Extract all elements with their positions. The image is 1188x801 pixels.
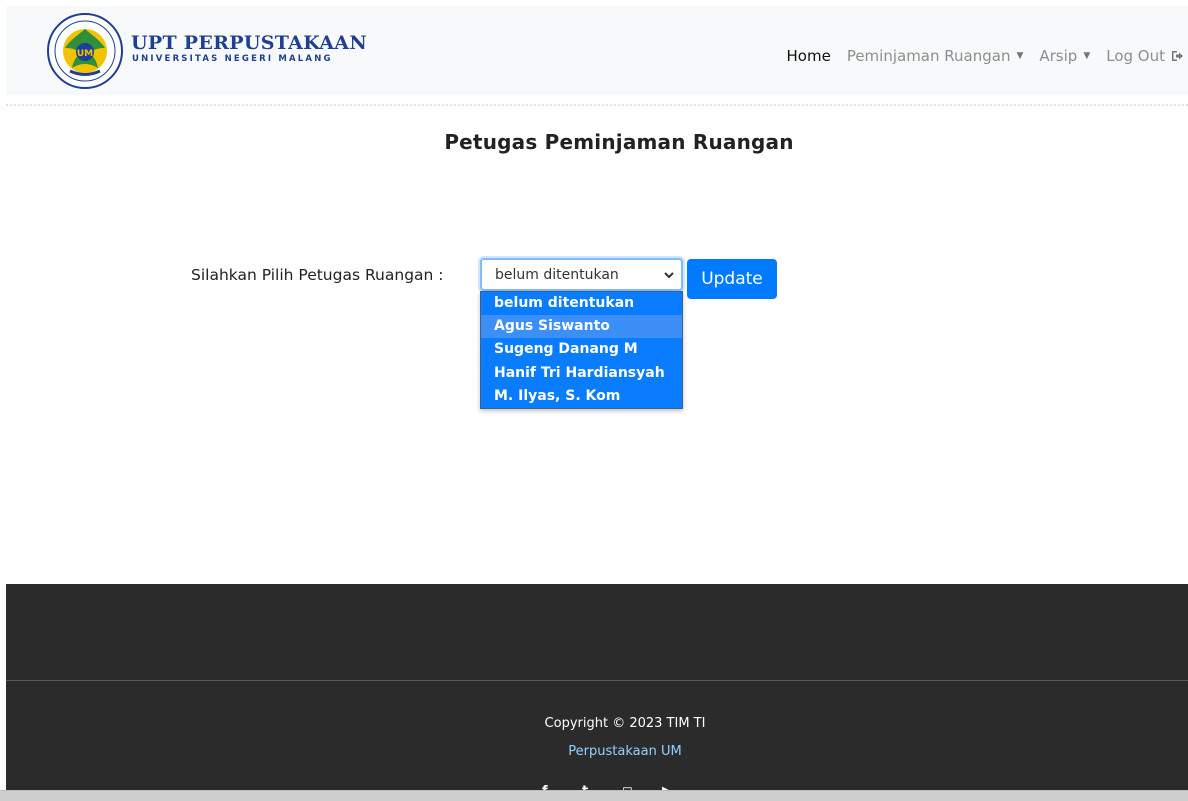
main-nav: Home Peminjaman Ruangan ▼ Arsip ▼ Log Ou…: [787, 46, 1188, 66]
update-button[interactable]: Update: [687, 259, 777, 299]
copyright-text: Copyright © 2023 TIM TI: [544, 716, 706, 731]
university-seal-logo: UM: [47, 13, 123, 89]
select-value: belum ditentukan: [495, 267, 619, 283]
caret-down-icon: ▼: [1083, 51, 1091, 61]
petugas-dropdown-list: belum ditentukan Agus Siswanto Sugeng Da…: [480, 291, 683, 409]
nav-home-label: Home: [786, 47, 831, 65]
dropdown-option[interactable]: belum ditentukan: [481, 292, 682, 315]
svg-text:UM: UM: [77, 49, 93, 59]
petugas-select-label: Silahkan Pilih Petugas Ruangan :: [191, 266, 444, 284]
caret-down-icon: ▼: [1016, 51, 1024, 61]
horizontal-scrollbar[interactable]: [0, 790, 1188, 801]
nav-home[interactable]: Home: [787, 47, 831, 65]
footer-divider: [6, 680, 1188, 681]
dropdown-option[interactable]: M. Ilyas, S. Kom: [481, 385, 682, 408]
dropdown-option[interactable]: Sugeng Danang M: [481, 338, 682, 361]
nav-peminjaman-dropdown[interactable]: Peminjaman Ruangan ▼: [847, 47, 1024, 65]
brand-subtitle: UNIVERSITAS NEGERI MALANG: [132, 54, 333, 64]
chevron-down-icon: [664, 272, 674, 279]
nav-arsip-dropdown[interactable]: Arsip ▼: [1039, 47, 1090, 65]
navbar: UM UPT PERPUSTAKAAN UNIVERSITAS NEGERI M…: [6, 6, 1188, 95]
dropdown-option[interactable]: Hanif Tri Hardiansyah: [481, 362, 682, 385]
nav-logout-label: Log Out: [1106, 47, 1165, 65]
header-divider: [6, 104, 1188, 106]
dropdown-option-hovered[interactable]: Agus Siswanto: [481, 315, 682, 339]
university-logo[interactable]: UM: [44, 12, 126, 90]
footer-link[interactable]: Perpustakaan UM: [6, 744, 1188, 759]
nav-arsip-label: Arsip: [1039, 47, 1078, 65]
footer: Copyright © 2023 TIM TI Perpustakaan UM …: [6, 584, 1188, 794]
nav-peminjaman-label: Peminjaman Ruangan: [846, 47, 1011, 65]
sign-out-icon: [1172, 51, 1183, 61]
brand-title[interactable]: UPT PERPUSTAKAAN: [131, 32, 367, 54]
petugas-select[interactable]: belum ditentukan: [480, 258, 683, 291]
page-title: Petugas Peminjaman Ruangan: [444, 130, 794, 154]
nav-logout[interactable]: Log Out: [1106, 47, 1184, 65]
